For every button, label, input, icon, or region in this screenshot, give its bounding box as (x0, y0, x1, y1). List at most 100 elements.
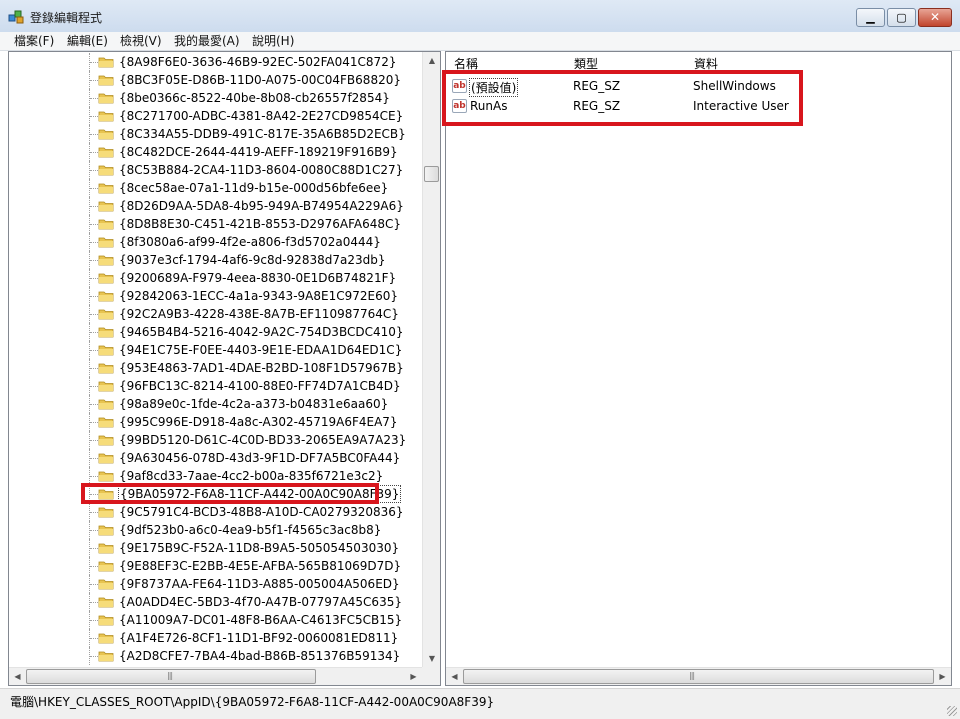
tree-item[interactable]: {9C5791C4-BCD3-48B8-A10D-CA0279320836} (9, 503, 422, 521)
folder-icon (98, 219, 114, 230)
tree-item-label: {8cec58ae-07a1-11d9-b15e-000d56bfe6ee} (119, 181, 389, 195)
tree-connector-branch (90, 548, 98, 549)
tree-horizontal-scroll-thumb[interactable]: ||| (26, 669, 316, 684)
tree-item[interactable]: {8f3080a6-af99-4f2e-a806-f3d5702a0444} (9, 233, 422, 251)
tree-connector-branch (90, 386, 98, 387)
maximize-button[interactable]: ▢ (887, 8, 916, 27)
tree-connector-branch (90, 170, 98, 171)
column-header-name[interactable]: 名稱 (446, 52, 567, 72)
minimize-button[interactable]: ▁ (856, 8, 885, 27)
scroll-right-arrow-icon[interactable]: ▶ (405, 668, 422, 685)
folder-icon (98, 453, 114, 464)
title-bar[interactable]: 登錄編輯程式 ▁ ▢ ✕ (0, 0, 960, 33)
scroll-left-arrow-icon[interactable]: ◀ (446, 668, 463, 685)
tree-item[interactable]: {9465B4B4-5216-4042-9A2C-754D3BCDC410} (9, 323, 422, 341)
scroll-left-arrow-icon[interactable]: ◀ (9, 668, 26, 685)
tree-item[interactable]: {92842063-1ECC-4a1a-9343-9A8E1C972E60} (9, 287, 422, 305)
registry-values-pane: 名稱 類型 資料 ab (預設值) REG_SZ ShellWindows ab… (445, 51, 952, 686)
tree-item-label: {A2D8CFE7-7BA4-4bad-B86B-851376B59134} (119, 649, 401, 663)
tree-item[interactable]: {8C271700-ADBC-4381-8A42-2E27CD9854CE} (9, 107, 422, 125)
tree-item[interactable]: {92C2A9B3-4228-438E-8A7B-EF110987764C} (9, 305, 422, 323)
tree-item-label: {8be0366c-8522-40be-8b08-cb26557f2854} (119, 91, 390, 105)
tree-horizontal-scrollbar[interactable]: ◀ ||| ▶ (9, 667, 422, 685)
tree-connector-branch (90, 656, 98, 657)
menu-bar: 檔案(F) 編輯(E) 檢視(V) 我的最愛(A) 說明(H) (0, 32, 960, 51)
tree-item[interactable]: {8C482DCE-2644-4419-AEFF-189219F916B9} (9, 143, 422, 161)
tree-item[interactable]: {96FBC13C-8214-4100-88E0-FF74D7A1CB4D} (9, 377, 422, 395)
scroll-up-arrow-icon[interactable]: ▲ (423, 52, 440, 69)
column-header-data[interactable]: 資料 (686, 52, 951, 72)
tree-item-label: {99BD5120-D61C-4C0D-BD33-2065EA9A7A23} (119, 433, 407, 447)
tree-item[interactable]: {8BC3F05E-D86B-11D0-A075-00C04FB68820} (9, 71, 422, 89)
menu-favorites[interactable]: 我的最愛(A) (174, 33, 240, 49)
close-button[interactable]: ✕ (918, 8, 952, 27)
scroll-down-arrow-icon[interactable]: ▼ (423, 650, 440, 667)
folder-icon (98, 525, 114, 536)
tree-connector-branch (90, 152, 98, 153)
tree-item[interactable]: {9E175B9C-F52A-11D8-B9A5-505054503030} (9, 539, 422, 557)
folder-icon (98, 651, 114, 662)
tree-item[interactable]: {9200689A-F979-4eea-8830-0E1D6B74821F} (9, 269, 422, 287)
tree-item[interactable]: {953E4863-7AD1-4DAE-B2BD-108F1D57967B} (9, 359, 422, 377)
grip-icon: ||| (167, 671, 173, 680)
values-horizontal-scrollbar[interactable]: ◀ ||| ▶ (446, 667, 951, 685)
tree-item[interactable]: {8A98F6E0-3636-46B9-92EC-502FA041C872} (9, 53, 422, 71)
tree-item-label: {8D8B8E30-C451-421B-8553-D2976AFA648C} (119, 217, 402, 231)
folder-icon (98, 507, 114, 518)
tree-vertical-scrollbar[interactable]: ▲ ▼ (422, 52, 440, 667)
tree-item-label: {8C482DCE-2644-4419-AEFF-189219F916B9} (119, 145, 398, 159)
tree-vertical-scroll-thumb[interactable] (424, 166, 439, 182)
folder-icon (98, 129, 114, 140)
tree-item-label: {9af8cd33-7aae-4cc2-b00a-835f6721e3c2} (119, 469, 384, 483)
tree-item[interactable]: {8cec58ae-07a1-11d9-b15e-000d56bfe6ee} (9, 179, 422, 197)
tree-item[interactable]: {A2D8CFE7-7BA4-4bad-B86B-851376B59134} (9, 647, 422, 665)
tree-connector-branch (90, 440, 98, 441)
folder-icon (98, 327, 114, 338)
tree-item-label: {9F8737AA-FE64-11D3-A885-005004A506ED} (119, 577, 400, 591)
tree-connector-branch (90, 134, 98, 135)
tree-item-label: {94E1C75E-F0EE-4403-9E1E-EDAA1D64ED1C} (119, 343, 403, 357)
folder-icon (98, 345, 114, 356)
tree-item[interactable]: {8C53B884-2CA4-11D3-8604-0080C88D1C27} (9, 161, 422, 179)
tree-item[interactable]: {94E1C75E-F0EE-4403-9E1E-EDAA1D64ED1C} (9, 341, 422, 359)
tree-item[interactable]: {8C334A55-DDB9-491C-817E-35A6B85D2ECB} (9, 125, 422, 143)
tree-connector-branch (90, 242, 98, 243)
tree-item[interactable]: {A0ADD4EC-5BD3-4f70-A47B-07797A45C635} (9, 593, 422, 611)
column-header-type[interactable]: 類型 (566, 52, 687, 72)
status-path: 電腦\HKEY_CLASSES_ROOT\AppID\{9BA05972-F6A… (10, 695, 495, 709)
values-horizontal-scroll-thumb[interactable]: ||| (463, 669, 934, 684)
tree-item[interactable]: {9E88EF3C-E2BB-4E5E-AFBA-565B81069D7D} (9, 557, 422, 575)
folder-icon (98, 399, 114, 410)
tree-connector-branch (90, 512, 98, 513)
tree-item-label: {9037e3cf-1794-4af6-9c8d-92838d7a23db} (119, 253, 386, 267)
menu-help[interactable]: 說明(H) (252, 33, 294, 49)
tree-connector-branch (90, 314, 98, 315)
resize-grip-icon[interactable] (947, 706, 957, 716)
folder-icon (98, 201, 114, 212)
tree-connector-branch (90, 206, 98, 207)
tree-item[interactable]: {9037e3cf-1794-4af6-9c8d-92838d7a23db} (9, 251, 422, 269)
folder-icon (98, 165, 114, 176)
status-bar: 電腦\HKEY_CLASSES_ROOT\AppID\{9BA05972-F6A… (0, 688, 960, 719)
tree-item[interactable]: {8D8B8E30-C451-421B-8553-D2976AFA648C} (9, 215, 422, 233)
folder-icon (98, 633, 114, 644)
tree-item-label: {9E88EF3C-E2BB-4E5E-AFBA-565B81069D7D} (119, 559, 402, 573)
tree-item[interactable]: {8D26D9AA-5DA8-4b95-949A-B74954A229A6} (9, 197, 422, 215)
tree-item[interactable]: {9A630456-078D-43d3-9F1D-DF7A5BC0FA44} (9, 449, 422, 467)
folder-icon (98, 363, 114, 374)
tree-item[interactable]: {99BD5120-D61C-4C0D-BD33-2065EA9A7A23} (9, 431, 422, 449)
tree-item[interactable]: {9df523b0-a6c0-4ea9-b5f1-f4565c3ac8b8} (9, 521, 422, 539)
menu-file[interactable]: 檔案(F) (14, 33, 54, 49)
tree-item[interactable]: {98a89e0c-1fde-4c2a-a373-b04831e6aa60} (9, 395, 422, 413)
tree-item[interactable]: {A11009A7-DC01-48F8-B6AA-C4613FC5CB15} (9, 611, 422, 629)
menu-edit[interactable]: 編輯(E) (67, 33, 108, 49)
folder-icon (98, 237, 114, 248)
scroll-right-arrow-icon[interactable]: ▶ (934, 668, 951, 685)
tree-item[interactable]: {8be0366c-8522-40be-8b08-cb26557f2854} (9, 89, 422, 107)
tree-item[interactable]: {995C996E-D918-4a8c-A302-45719A6F4EA7} (9, 413, 422, 431)
menu-view[interactable]: 檢視(V) (120, 33, 162, 49)
tree-item[interactable]: {A1F4E726-8CF1-11D1-BF92-0060081ED811} (9, 629, 422, 647)
tree-item[interactable]: {9F8737AA-FE64-11D3-A885-005004A506ED} (9, 575, 422, 593)
folder-icon (98, 147, 114, 158)
tree-item-label: {953E4863-7AD1-4DAE-B2BD-108F1D57967B} (119, 361, 404, 375)
